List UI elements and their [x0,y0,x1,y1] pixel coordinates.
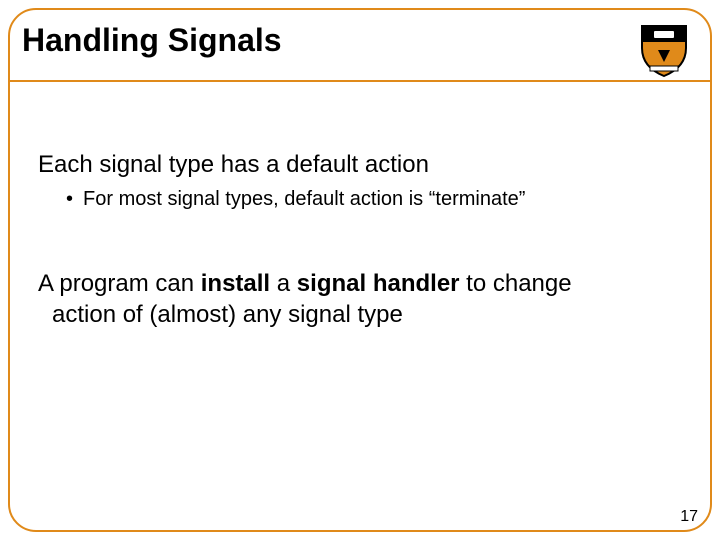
p2-bold-signal-handler: signal handler [297,270,460,297]
princeton-shield-icon [636,22,692,78]
p2-pre: A program can [38,270,201,297]
p2-continuation: action of (almost) any signal type [38,299,682,330]
bullet-icon: • [66,186,73,212]
body-sub-1: • For most signal types, default action … [38,186,682,212]
body-paragraph-2: A program can install a signal handler t… [38,268,682,330]
p2-bold-install: install [201,270,270,297]
title-divider [10,80,710,82]
slide-title: Handling Signals [22,22,282,59]
slide-body: Each signal type has a default action • … [38,150,682,330]
page-number: 17 [680,508,698,526]
body-sub-1-text: For most signal types, default action is… [83,186,525,212]
p2-mid: a [270,270,297,297]
p2-post: to change [460,270,572,297]
body-paragraph-1: Each signal type has a default action [38,150,682,180]
slide: Handling Signals Each signal type has a … [0,0,720,540]
